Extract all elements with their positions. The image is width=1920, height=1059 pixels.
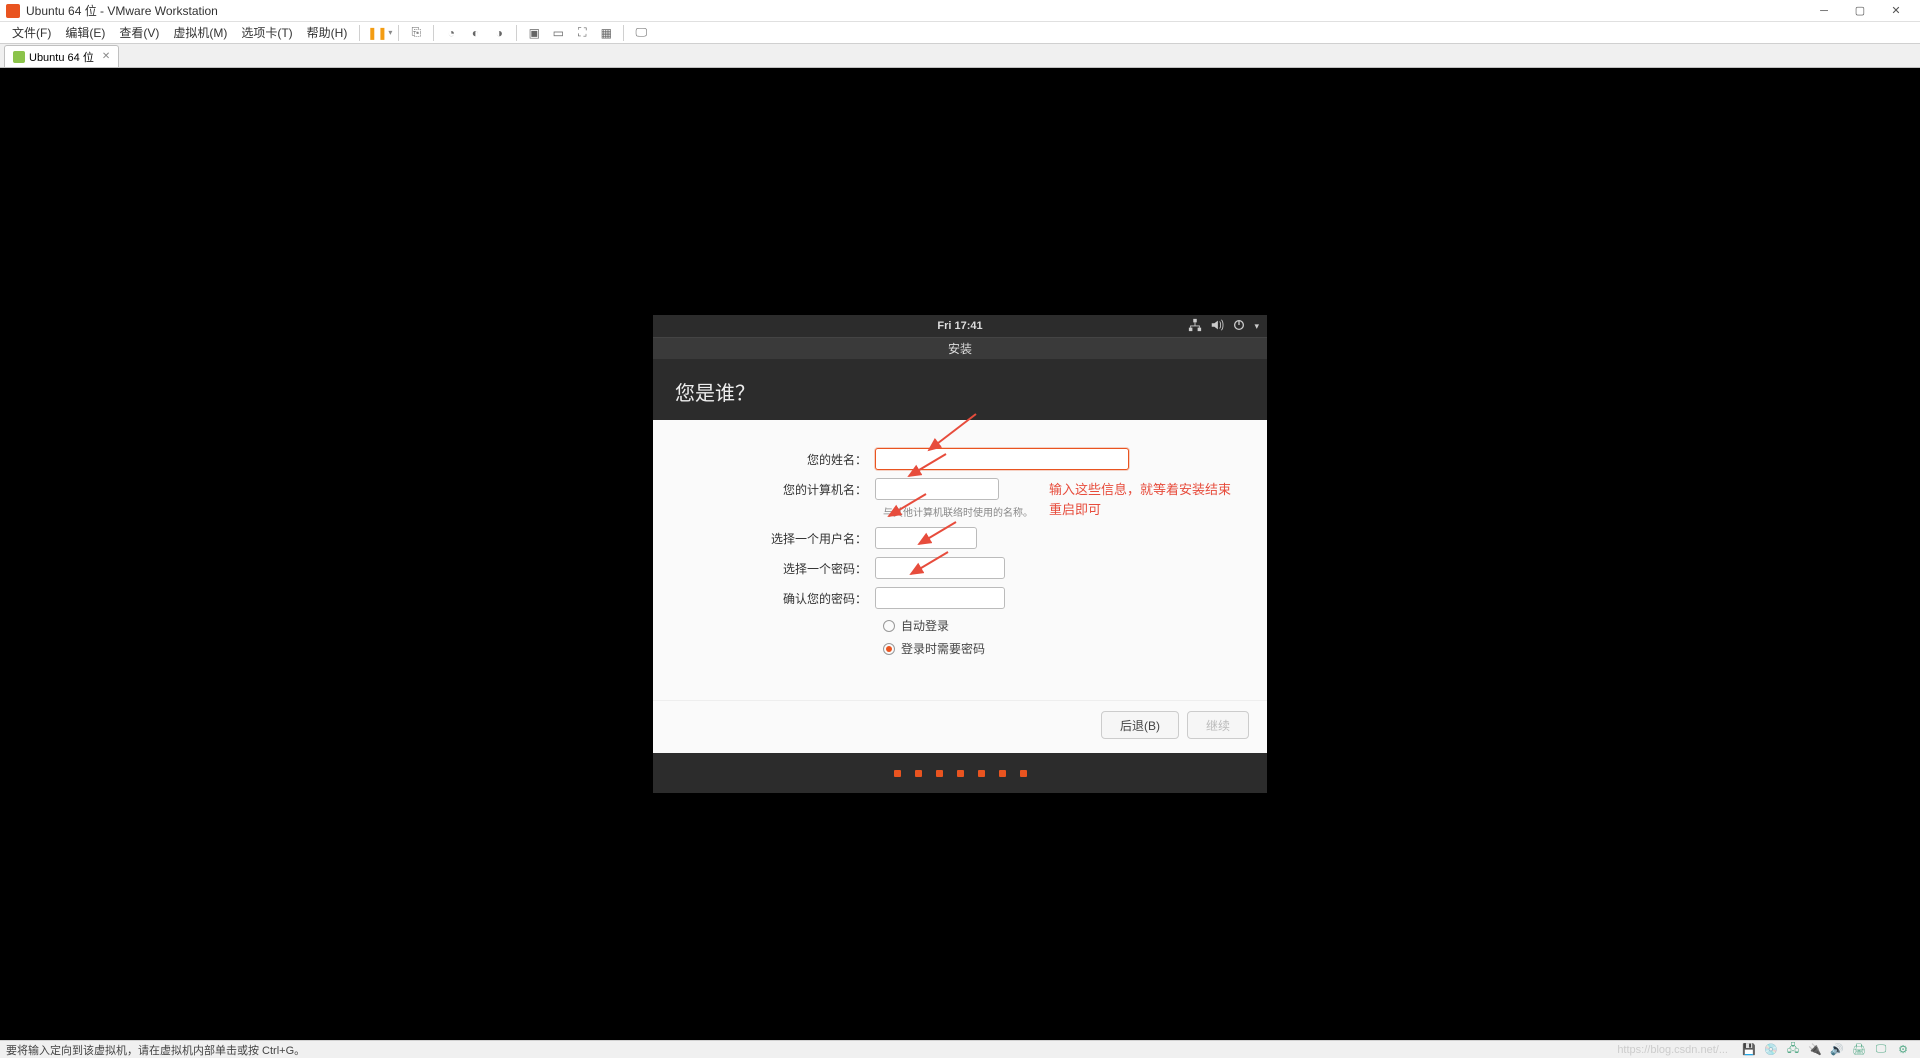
radio-label-auto: 自动登录 [901,617,949,634]
tray-misc-icon[interactable]: ⚙ [1895,1043,1911,1057]
dot-icon [915,770,922,777]
menubar: 文件(F) 编辑(E) 查看(V) 虚拟机(M) 选项卡(T) 帮助(H) ❚❚… [0,22,1920,44]
fullscreen-icon[interactable]: ⛶ [571,23,593,43]
dot-icon [957,770,964,777]
label-confirm: 确认您的密码： [675,590,875,607]
input-computer[interactable] [875,478,999,500]
unity-icon[interactable]: ▭ [547,23,569,43]
network-icon[interactable] [1188,318,1202,335]
tray-printer-icon[interactable]: 🖨 [1851,1043,1867,1057]
input-name[interactable] [875,448,1129,470]
close-button[interactable]: ✕ [1878,1,1914,21]
menu-help[interactable]: 帮助(H) [301,22,354,43]
window-titlebar: Ubuntu 64 位 - VMware Workstation ─ ▢ ✕ [0,0,1920,22]
manage-snapshot-icon[interactable]: ◑ [488,23,510,43]
ubuntu-clock: Fri 17:41 [937,320,982,332]
menu-file[interactable]: 文件(F) [6,22,57,43]
input-username[interactable] [875,527,977,549]
input-confirm[interactable] [875,587,1005,609]
dot-icon [1020,770,1027,777]
back-button[interactable]: 后退(B) [1101,711,1179,739]
vm-display-area[interactable]: Fri 17:41 ▾ 安装 您是谁？ 您的姓名： [0,68,1920,1040]
annotation-text: 输入这些信息，就等着安装结束 重启即可 [1049,480,1249,519]
dot-icon [894,770,901,777]
tray-network-icon[interactable]: 🖧 [1785,1043,1801,1057]
input-password[interactable] [875,557,1005,579]
library-icon[interactable]: 🖵 [630,23,652,43]
tray-sound-icon[interactable]: 🔊 [1829,1043,1845,1057]
tray-cd-icon[interactable]: 💿 [1763,1043,1779,1057]
fit-guest-icon[interactable]: ▣ [523,23,545,43]
watermark: https://blog.csdn.net/... [1617,1044,1728,1056]
ubuntu-topbar: Fri 17:41 ▾ [653,315,1267,337]
radio-label-require: 登录时需要密码 [901,640,985,657]
radio-auto-login[interactable]: 自动登录 [883,617,1245,634]
continue-button[interactable]: 继续 [1187,711,1249,739]
status-text: 要将输入定向到该虚拟机，请在虚拟机内部单击或按 Ctrl+G。 [6,1042,305,1058]
maximize-button[interactable]: ▢ [1842,1,1878,21]
vmware-app-icon [6,4,20,18]
menu-view[interactable]: 查看(V) [113,22,165,43]
vm-tab[interactable]: Ubuntu 64 位 ✕ [4,45,119,67]
sound-icon[interactable] [1210,318,1224,335]
menu-tabs[interactable]: 选项卡(T) [235,22,298,43]
label-username: 选择一个用户名： [675,530,875,547]
ubuntu-heading: 您是谁？ [653,359,1267,420]
menu-vm[interactable]: 虚拟机(M) [167,22,233,43]
tray-usb-icon[interactable]: 🔌 [1807,1043,1823,1057]
tray-disk-icon[interactable]: 💾 [1741,1043,1757,1057]
send-ctrl-alt-del-icon[interactable]: ⎘ [405,23,427,43]
ubuntu-footer: 后退(B) 继续 [653,700,1267,753]
ubuntu-installer: Fri 17:41 ▾ 安装 您是谁？ 您的姓名： [653,315,1267,793]
tab-label: Ubuntu 64 位 [29,49,94,65]
ubuntu-form: 您的姓名： 您的计算机名： 与其他计算机联络时使用的名称。 选择一个用户名： 选… [653,420,1267,700]
dot-icon [978,770,985,777]
revert-snapshot-icon[interactable]: ◐ [464,23,486,43]
minimize-button[interactable]: ─ [1806,1,1842,21]
label-name: 您的姓名： [675,451,875,468]
radio-icon-checked [883,643,895,655]
menu-edit[interactable]: 编辑(E) [59,22,111,43]
snapshot-icon[interactable]: ◔ [440,23,462,43]
power-icon[interactable] [1232,318,1246,335]
label-computer: 您的计算机名： [675,481,875,498]
tab-close-icon[interactable]: ✕ [102,51,110,62]
dot-icon [936,770,943,777]
power-dropdown-icon[interactable]: ▾ [388,28,392,37]
pause-button-icon[interactable]: ❚❚ [366,23,388,43]
dot-icon [999,770,1006,777]
menu-dropdown-icon[interactable]: ▾ [1254,321,1259,332]
thumbnail-icon[interactable]: ▦ [595,23,617,43]
ubuntu-progress-dots [653,753,1267,793]
window-title: Ubuntu 64 位 - VMware Workstation [26,2,218,19]
label-password: 选择一个密码： [675,560,875,577]
radio-icon [883,620,895,632]
tab-vm-icon [13,51,25,63]
radio-require-password[interactable]: 登录时需要密码 [883,640,1245,657]
statusbar: 要将输入定向到该虚拟机，请在虚拟机内部单击或按 Ctrl+G。 https://… [0,1040,1920,1058]
tab-bar: Ubuntu 64 位 ✕ [0,44,1920,68]
tray-display-icon[interactable]: 🖵 [1873,1043,1889,1057]
ubuntu-app-title: 安装 [653,337,1267,359]
